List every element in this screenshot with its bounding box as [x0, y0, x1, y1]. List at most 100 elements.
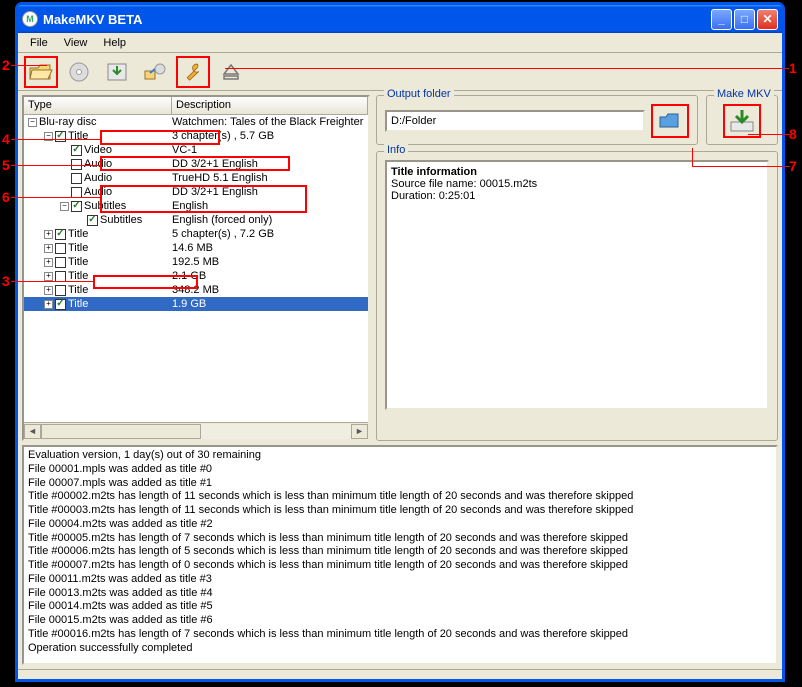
log-line: Title #00006.m2ts has length of 5 second… — [28, 545, 772, 559]
ann-line-6 — [11, 197, 102, 198]
wrench-icon — [180, 61, 206, 83]
log-line: File 00013.m2ts was added as title #4 — [28, 587, 772, 601]
tree-row[interactable]: + Title 14.6 MB — [24, 241, 368, 255]
tree-row[interactable]: +✓Title5 chapter(s) , 7.2 GB — [24, 227, 368, 241]
log-line: File 00011.m2ts was added as title #3 — [28, 573, 772, 587]
tree-expander[interactable]: + — [44, 244, 53, 253]
menu-file[interactable]: File — [22, 35, 56, 51]
preferences-button[interactable] — [176, 56, 210, 88]
tree-checkbox[interactable]: ✓ — [55, 229, 66, 240]
titlebar[interactable]: M MakeMKV BETA _ □ ✕ — [18, 5, 782, 33]
statusbar — [18, 669, 782, 682]
column-type[interactable]: Type — [24, 97, 172, 114]
tree-expander[interactable]: + — [44, 230, 53, 239]
horizontal-scrollbar[interactable]: ◄ ► — [24, 422, 368, 439]
eject-button[interactable] — [214, 56, 248, 88]
browse-folder-button[interactable] — [651, 104, 689, 138]
tree-type-label: Title — [68, 228, 88, 240]
tree-checkbox[interactable] — [55, 257, 66, 268]
tree-row[interactable]: ✓Subtitles English (forced only) — [24, 213, 368, 227]
output-folder-group: Output folder — [376, 95, 698, 145]
tree-desc-label: VC-1 — [172, 144, 368, 156]
ann-line-3 — [11, 281, 94, 282]
tree-desc-label: TrueHD 5.1 English — [172, 172, 368, 184]
log-line: File 00015.m2ts was added as title #6 — [28, 614, 772, 628]
tree-desc-label: 2.1 GB — [172, 270, 368, 282]
info-duration: Duration: 0:25:01 — [391, 190, 763, 202]
info-title: Title information — [391, 166, 763, 178]
tree-row[interactable]: ✓VideoVC-1 — [24, 143, 368, 157]
annotation-6: 6 — [2, 189, 10, 205]
tree-checkbox[interactable]: ✓ — [87, 215, 98, 226]
disc-icon — [66, 61, 92, 83]
tree-expander[interactable]: − — [60, 202, 69, 211]
tree-checkbox[interactable]: ✓ — [71, 201, 82, 212]
redbox-title — [93, 275, 198, 289]
maximize-button[interactable]: □ — [734, 9, 755, 30]
annotation-2: 2 — [2, 57, 10, 73]
log-line: Evaluation version, 1 day(s) out of 30 r… — [28, 449, 772, 463]
output-folder-input[interactable] — [385, 110, 645, 132]
tree-type-label: Title — [68, 242, 88, 254]
tree-desc-label: 14.6 MB — [172, 242, 368, 254]
tree-checkbox[interactable] — [71, 173, 82, 184]
tree-checkbox[interactable] — [55, 243, 66, 254]
scroll-thumb[interactable] — [41, 424, 201, 439]
scroll-track[interactable] — [41, 424, 351, 439]
tree-headers: Type Description — [24, 97, 368, 115]
close-button[interactable]: ✕ — [757, 9, 778, 30]
scroll-right-button[interactable]: ► — [351, 424, 368, 439]
save-icon — [104, 61, 130, 83]
minimize-button[interactable]: _ — [711, 9, 732, 30]
info-legend: Info — [384, 144, 408, 156]
redbox-audio — [100, 156, 290, 171]
tree-checkbox[interactable]: ✓ — [71, 145, 82, 156]
tree-row[interactable]: +✓Title 1.9 GB — [24, 297, 368, 311]
annotation-7: 7 — [789, 158, 797, 174]
tree-expander[interactable]: + — [44, 300, 53, 309]
log-line: File 00007.mpls was added as title #1 — [28, 477, 772, 491]
tree-desc-label: English (forced only) — [172, 214, 368, 226]
tree-checkbox[interactable] — [71, 187, 82, 198]
ann-line-4 — [11, 139, 102, 140]
log-line: Title #00007.m2ts has length of 0 second… — [28, 559, 772, 573]
ann-line-5 — [11, 165, 102, 166]
folder-icon — [658, 111, 682, 131]
column-description[interactable]: Description — [172, 97, 368, 114]
tree-type-label: Title — [68, 298, 88, 310]
tree-checkbox[interactable]: ✓ — [55, 299, 66, 310]
tree-expander[interactable]: − — [28, 118, 37, 127]
open-file-button[interactable] — [24, 56, 58, 88]
tree-checkbox[interactable] — [71, 159, 82, 170]
tree-expander[interactable]: + — [44, 258, 53, 267]
tree-panel: Type Description −Blu-ray discWatchmen: … — [22, 95, 370, 441]
open-disc-button[interactable] — [62, 56, 96, 88]
redbox-subs — [100, 185, 307, 213]
tree-row[interactable]: AudioTrueHD 5.1 English — [24, 171, 368, 185]
log-line: File 00004.m2ts was added as title #2 — [28, 518, 772, 532]
info-source: Source file name: 00015.m2ts — [391, 178, 763, 190]
menu-view[interactable]: View — [56, 35, 96, 51]
scroll-left-button[interactable]: ◄ — [24, 424, 41, 439]
ann-line-2 — [11, 65, 47, 66]
log-line: File 00001.mpls was added as title #0 — [28, 463, 772, 477]
log-panel[interactable]: Evaluation version, 1 day(s) out of 30 r… — [22, 445, 778, 665]
tree-checkbox[interactable] — [55, 285, 66, 296]
tree-type-label: Blu-ray disc — [39, 116, 96, 128]
make-mkv-icon — [728, 108, 756, 134]
save-button[interactable] — [100, 56, 134, 88]
log-line: Operation successfully completed — [28, 642, 772, 656]
tree-row[interactable]: +Title192.5 MB — [24, 255, 368, 269]
tree-type-label: Subtitles — [100, 214, 142, 226]
make-mkv-button[interactable] — [723, 104, 761, 138]
tree-desc-label: Watchmen: Tales of the Black Freighter — [172, 116, 368, 128]
tree-desc-label: 1.9 GB — [172, 298, 368, 310]
right-column: Output folder Make MKV Info — [376, 95, 778, 441]
tree-expander[interactable]: + — [44, 272, 53, 281]
menu-help[interactable]: Help — [95, 35, 134, 51]
tree-expander[interactable]: + — [44, 286, 53, 295]
backup-button[interactable] — [138, 56, 172, 88]
app-window: M MakeMKV BETA _ □ ✕ File View Help — [15, 2, 785, 682]
tree-checkbox[interactable] — [55, 271, 66, 282]
tree-row[interactable]: −Blu-ray disc Watchmen: Tales of the Blac… — [24, 115, 368, 129]
